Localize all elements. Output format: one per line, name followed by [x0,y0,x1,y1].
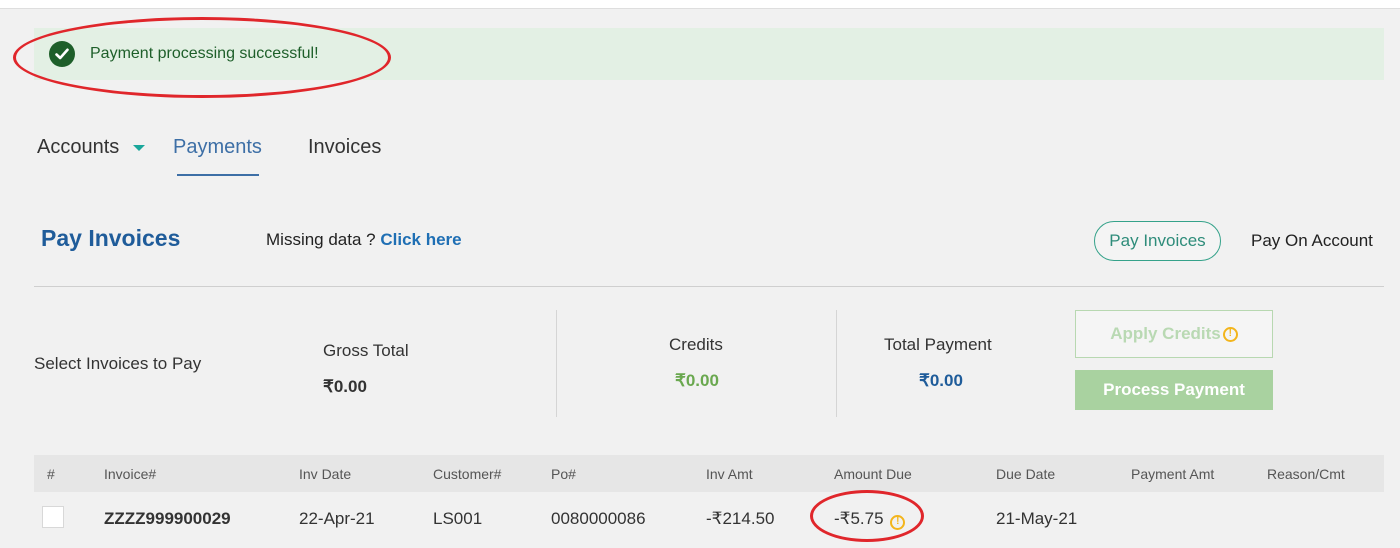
po-number: 0080000086 [551,509,646,528]
alert-message: Payment processing successful! [90,45,319,62]
customer-number: LS001 [433,509,483,528]
pay-on-account-toggle[interactable]: Pay On Account [1251,231,1373,251]
page-title: Pay Invoices [41,225,181,251]
amount-due: -₹5.75 [834,509,884,528]
click-here-link[interactable]: Click here [380,230,461,249]
invoice-number[interactable]: ZZZZ999900029 [104,509,231,529]
caret-down-icon [132,144,145,151]
invoice-amount: -₹214.50 [706,509,775,528]
row-checkbox[interactable] [42,506,64,528]
warning-icon[interactable]: ! [890,514,906,530]
check-circle-icon [49,41,75,67]
column-header: # [47,466,55,482]
total-payment-label: Total Payment [884,335,992,354]
warning-icon: ! [1222,326,1238,342]
column-header: Reason/Cmt [1267,466,1345,482]
top-bar [0,0,1400,9]
apply-credits-label: Apply Credits [1110,324,1221,343]
gross-total-value: ₹0.00 [323,377,367,396]
column-header[interactable]: Inv Date [299,466,351,482]
invoice-date: 22-Apr-21 [299,509,375,528]
tab-invoices-label: Invoices [308,136,382,158]
column-header[interactable]: Invoice# [104,466,156,482]
select-invoices-label: Select Invoices to Pay [34,354,202,373]
tab-payments[interactable]: Payments [173,136,262,176]
total-payment-value: ₹0.00 [919,371,963,390]
tab-invoices[interactable]: Invoices [308,136,381,159]
column-header[interactable]: Due Date [996,466,1055,482]
divider [34,286,1384,287]
column-header[interactable]: Amount Due [834,466,912,482]
credits-value: ₹0.00 [675,371,719,390]
apply-credits-button[interactable]: Apply Credits ! [1075,310,1273,358]
tab-accounts[interactable]: Accounts [37,136,145,159]
due-date: 21-May-21 [996,509,1078,528]
column-header: Payment Amt [1131,466,1215,482]
tab-accounts-label: Accounts [37,136,120,158]
divider [556,310,557,417]
pay-invoices-toggle[interactable]: Pay Invoices [1094,221,1221,261]
missing-data-label: Missing data ? [266,230,376,249]
tab-payments-label: Payments [173,136,262,158]
table-row: ZZZZ999900029 22-Apr-21 LS001 0080000086… [34,492,1384,548]
column-header[interactable]: Po# [551,466,576,482]
gross-total-label: Gross Total [323,341,409,360]
missing-data-note: Missing data ? Click here [266,230,462,250]
table-header: # Invoice# Inv Date Customer# Po# Inv Am… [34,455,1384,492]
process-payment-button[interactable]: Process Payment [1075,370,1273,410]
success-alert: Payment processing successful! [34,28,1384,80]
amount-due-cell: -₹5.75 ! [834,509,906,530]
active-tab-indicator [177,174,259,176]
column-header[interactable]: Customer# [433,466,501,482]
divider [836,310,837,417]
column-header[interactable]: Inv Amt [706,466,753,482]
credits-label: Credits [669,335,723,354]
